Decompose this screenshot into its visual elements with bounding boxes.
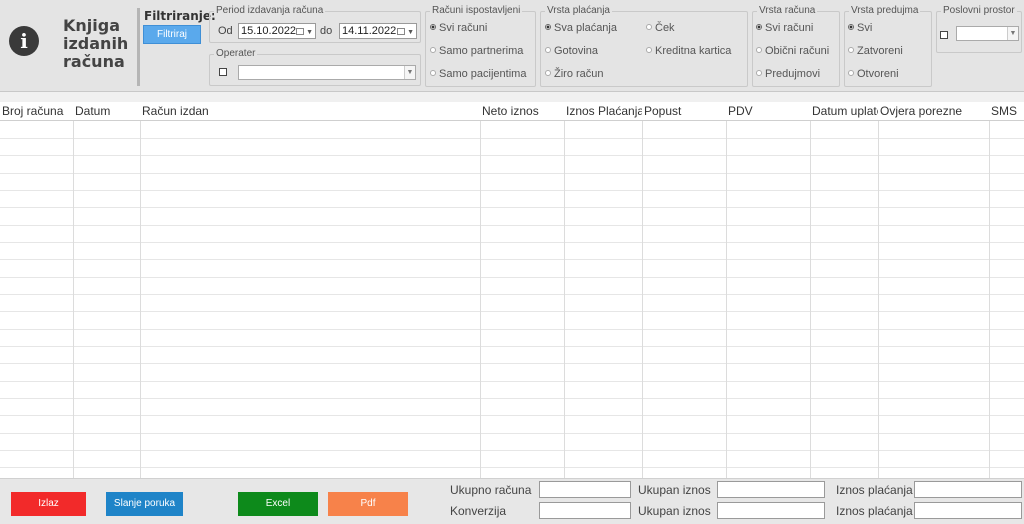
period-group: Period izdavanja računa Od 15.10.2022 ▼ … xyxy=(209,5,421,43)
radio-samo-pacijentima[interactable]: Samo pacijentima xyxy=(430,68,526,80)
radio-sva-placanja[interactable]: Sva plaćanja xyxy=(545,22,617,34)
date-from-label: Od xyxy=(218,25,233,37)
divider xyxy=(137,8,140,86)
filter-button[interactable]: Filtriraj xyxy=(143,25,201,44)
ukupno-racuna-field[interactable] xyxy=(539,481,631,498)
column-header[interactable]: Iznos Plaćanja xyxy=(564,102,642,121)
table-header: Broj računa Datum Račun izdan Neto iznos… xyxy=(0,102,1024,121)
footer-bar: Izlaz Slanje poruka Excel Pdf Ukupno rač… xyxy=(0,478,1024,524)
chevron-down-icon: ▼ xyxy=(1007,27,1018,40)
operater-group: Operater ▼ xyxy=(209,48,421,86)
konverzija-field[interactable] xyxy=(539,502,631,519)
izlaz-button[interactable]: Izlaz xyxy=(11,492,86,516)
filter-toolbar: i Knjiga izdanih računa Filtriranje: Fil… xyxy=(0,0,1024,92)
calendar-icon xyxy=(397,28,405,35)
excel-button[interactable]: Excel xyxy=(238,492,318,516)
radio-cek[interactable]: Ček xyxy=(646,22,675,34)
pdf-button[interactable]: Pdf xyxy=(328,492,408,516)
slanje-poruka-button[interactable]: Slanje poruka xyxy=(106,492,183,516)
poslovni-prostor-group: Poslovni prostor ▼ xyxy=(936,5,1022,53)
radio-zatvoreni[interactable]: Zatvoreni xyxy=(848,45,903,57)
operater-dropdown[interactable]: ▼ xyxy=(238,65,416,80)
ukupan-iznos-konverzija-label: Ukupan iznos xyxy=(638,504,711,518)
column-header[interactable]: PDV xyxy=(726,102,810,121)
column-header[interactable]: Broj računa xyxy=(0,102,73,121)
radio-samo-partnerima[interactable]: Samo partnerima xyxy=(430,45,523,57)
iznos-placanja-field[interactable] xyxy=(914,481,1022,498)
operater-checkbox[interactable] xyxy=(219,68,227,76)
radio-svi-racuni[interactable]: Svi računi xyxy=(430,22,487,34)
column-header[interactable]: Neto iznos xyxy=(480,102,564,121)
radio-svi-predujmovi[interactable]: Svi xyxy=(848,22,872,34)
date-from-picker[interactable]: 15.10.2022 ▼ xyxy=(238,23,316,39)
chevron-down-icon: ▼ xyxy=(407,29,414,36)
radio-gotovina[interactable]: Gotovina xyxy=(545,45,598,57)
iznos-placanja-konverzija-label: Iznos plaćanja xyxy=(836,504,913,518)
ukupno-racuna-label: Ukupno računa xyxy=(450,483,532,497)
period-legend: Period izdavanja računa xyxy=(214,5,326,17)
operater-legend: Operater xyxy=(214,48,258,60)
ukupan-iznos-field[interactable] xyxy=(717,481,825,498)
racuni-table[interactable]: Broj računa Datum Račun izdan Neto iznos… xyxy=(0,102,1024,478)
column-header[interactable]: Ovjera porezne xyxy=(878,102,989,121)
vrsta-placanja-group: Vrsta plaćanja Sva plaćanja Gotovina Žir… xyxy=(540,5,748,87)
filter-label: Filtriranje: xyxy=(144,9,216,23)
konverzija-label: Konverzija xyxy=(450,504,507,518)
iznos-placanja-konverzija-field[interactable] xyxy=(914,502,1022,519)
radio-svi-racuni-vrsta[interactable]: Svi računi xyxy=(756,22,813,34)
radio-kreditna-kartica[interactable]: Kreditna kartica xyxy=(646,45,731,57)
radio-ziro-racun[interactable]: Žiro račun xyxy=(545,68,604,80)
calendar-icon xyxy=(296,28,304,35)
chevron-down-icon: ▼ xyxy=(306,29,313,36)
column-header[interactable]: Datum uplate xyxy=(810,102,878,121)
radio-otvoreni[interactable]: Otvoreni xyxy=(848,68,899,80)
ukupan-iznos-label: Ukupan iznos xyxy=(638,483,711,497)
page-title: Knjiga izdanih računa xyxy=(63,16,129,71)
poslovni-prostor-dropdown[interactable]: ▼ xyxy=(956,26,1019,41)
iznos-placanja-label: Iznos plaćanja xyxy=(836,483,913,497)
radio-obicni-racuni[interactable]: Obični računi xyxy=(756,45,829,57)
column-header[interactable]: Datum xyxy=(73,102,140,121)
vrsta-racuna-group: Vrsta računa Svi računi Obični računi Pr… xyxy=(752,5,840,87)
vrsta-predujma-group: Vrsta predujma Svi Zatvoreni Otvoreni xyxy=(844,5,932,87)
ukupan-iznos-konverzija-field[interactable] xyxy=(717,502,825,519)
poslovni-prostor-checkbox[interactable] xyxy=(940,31,948,39)
column-header[interactable]: Račun izdan xyxy=(140,102,480,121)
column-header[interactable]: Popust xyxy=(642,102,726,121)
radio-predujmovi[interactable]: Predujmovi xyxy=(756,68,820,80)
chevron-down-icon: ▼ xyxy=(404,66,415,79)
date-to-picker[interactable]: 14.11.2022 ▼ xyxy=(339,23,417,39)
column-header[interactable]: SMS xyxy=(989,102,1024,121)
info-icon: i xyxy=(9,26,39,56)
date-to-label: do xyxy=(320,25,333,37)
racuni-ispostavljeni-group: Računi ispostavljeni Svi računi Samo par… xyxy=(425,5,536,87)
